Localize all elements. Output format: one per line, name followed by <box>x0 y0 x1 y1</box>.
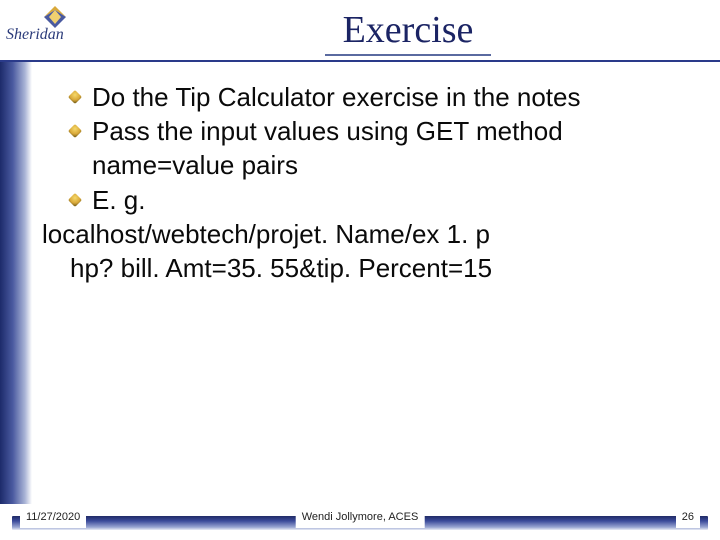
slide-title: Exercise <box>325 10 492 56</box>
left-gradient-bar <box>0 62 32 504</box>
diamond-bullet-icon <box>68 90 82 104</box>
footer-page-number: 26 <box>676 506 700 528</box>
diamond-bullet-icon <box>68 124 82 138</box>
slide-body: Do the Tip Calculator exercise in the no… <box>0 62 720 504</box>
slide-header: Sheridan Exercise <box>0 0 720 62</box>
bullet-text: E. g. <box>92 183 692 217</box>
sheridan-logo: Sheridan <box>6 6 96 44</box>
example-line: localhost/webtech/projet. Name/ex 1. p <box>42 217 692 251</box>
example-line: hp? bill. Amt=35. 55&tip. Percent=15 <box>70 251 692 285</box>
bullet-item: Pass the input values using GET method n… <box>70 114 692 183</box>
bullet-item: Do the Tip Calculator exercise in the no… <box>70 80 692 114</box>
footer-author: Wendi Jollymore, ACES <box>296 506 425 528</box>
bullet-text: Pass the input values using GET method n… <box>92 114 692 183</box>
sheridan-logo-text: Sheridan <box>6 26 64 44</box>
footer-date: 11/27/2020 <box>20 506 86 528</box>
bullet-text: Do the Tip Calculator exercise in the no… <box>92 80 692 114</box>
diamond-bullet-icon <box>68 193 82 207</box>
bullet-item: E. g. <box>70 183 692 217</box>
content-area: Do the Tip Calculator exercise in the no… <box>32 62 720 504</box>
slide-footer: 11/27/2020 Wendi Jollymore, ACES 26 <box>0 506 720 534</box>
title-container: Exercise <box>96 6 720 56</box>
sheridan-logo-icon <box>44 6 66 28</box>
